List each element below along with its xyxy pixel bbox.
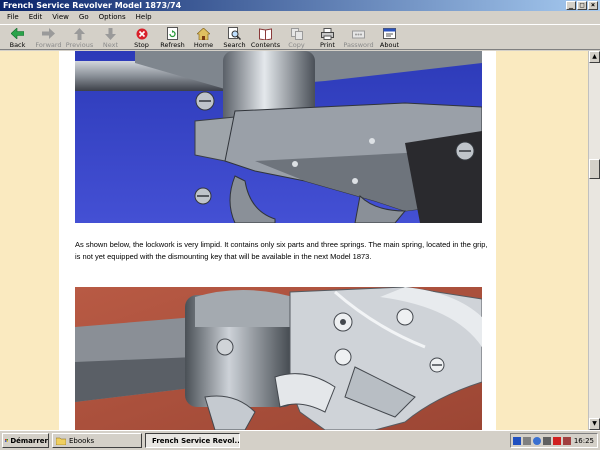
menu-file[interactable]: File: [2, 13, 24, 21]
home-icon: [197, 27, 211, 40]
start-label: Démarrer: [10, 436, 48, 445]
stop-button[interactable]: Stop: [126, 25, 157, 49]
about-icon: [383, 27, 397, 40]
menu-options[interactable]: Options: [94, 13, 131, 21]
about-button[interactable]: About: [374, 25, 405, 49]
menu-view[interactable]: View: [47, 13, 74, 21]
menu-help[interactable]: Help: [131, 13, 157, 21]
previous-button[interactable]: Previous: [64, 25, 95, 49]
forward-arrow-icon: [42, 27, 56, 40]
taskbar-item-french-service-revolver[interactable]: French Service Revol...: [145, 433, 240, 448]
start-button[interactable]: Démarrer: [2, 433, 49, 448]
down-arrow-icon: [104, 27, 118, 40]
application-window: French Service Revolver Model 1873/74 _ …: [0, 0, 600, 450]
maximize-button[interactable]: □: [577, 1, 587, 10]
password-button[interactable]: Password: [343, 25, 374, 49]
revolver-photo-top: [75, 51, 482, 223]
system-tray: 16:25: [510, 433, 598, 448]
volume-icon[interactable]: [543, 436, 551, 445]
scroll-up-button[interactable]: ▲: [589, 51, 600, 63]
menu-bar: File Edit View Go Options Help: [0, 11, 600, 23]
folder-icon: [56, 437, 66, 445]
menu-edit[interactable]: Edit: [24, 13, 48, 21]
close-button[interactable]: ×: [588, 1, 598, 10]
tray-app2-icon[interactable]: [563, 436, 571, 445]
scroll-thumb[interactable]: [589, 159, 600, 179]
up-arrow-icon: [73, 27, 87, 40]
back-button[interactable]: Back: [2, 25, 33, 49]
print-button[interactable]: Print: [312, 25, 343, 49]
search-button[interactable]: Search: [219, 25, 250, 49]
minimize-button[interactable]: _: [566, 1, 576, 10]
description-paragraph: As shown below, the lockwork is very lim…: [75, 240, 488, 261]
title-bar: French Service Revolver Model 1873/74 _ …: [0, 0, 600, 11]
copy-button[interactable]: Copy: [281, 25, 312, 49]
page: As shown below, the lockwork is very lim…: [59, 51, 496, 430]
home-button[interactable]: Home: [188, 25, 219, 49]
vertical-scrollbar[interactable]: ▲ ▼: [588, 51, 600, 430]
network-icon[interactable]: [533, 436, 541, 445]
print-icon: [321, 27, 335, 40]
menu-go[interactable]: Go: [74, 13, 94, 21]
tray-app-icon[interactable]: [523, 436, 531, 445]
language-indicator-icon[interactable]: [513, 436, 521, 445]
search-icon: [228, 27, 242, 40]
revolver-lockwork-photo: [75, 287, 482, 430]
toolbar: Back Forward Previous Next Stop Refresh …: [0, 24, 600, 50]
back-arrow-icon: [11, 27, 25, 40]
password-icon: [352, 27, 366, 40]
contents-icon: [259, 27, 273, 40]
window-title: French Service Revolver Model 1873/74: [3, 1, 182, 10]
document-view: As shown below, the lockwork is very lim…: [0, 51, 588, 430]
copy-icon: [290, 27, 304, 40]
clock: 16:25: [573, 436, 594, 445]
scroll-down-button[interactable]: ▼: [589, 418, 600, 430]
next-button[interactable]: Next: [95, 25, 126, 49]
taskbar-item-ebooks[interactable]: Ebooks: [52, 433, 142, 448]
refresh-icon: [166, 27, 180, 40]
refresh-button[interactable]: Refresh: [157, 25, 188, 49]
taskbar: Démarrer Ebooks French Service Revol... …: [0, 430, 600, 450]
contents-button[interactable]: Contents: [250, 25, 281, 49]
stop-icon: [135, 27, 149, 40]
forward-button[interactable]: Forward: [33, 25, 64, 49]
windows-logo-icon: [5, 439, 9, 442]
antivirus-icon[interactable]: [553, 436, 561, 445]
